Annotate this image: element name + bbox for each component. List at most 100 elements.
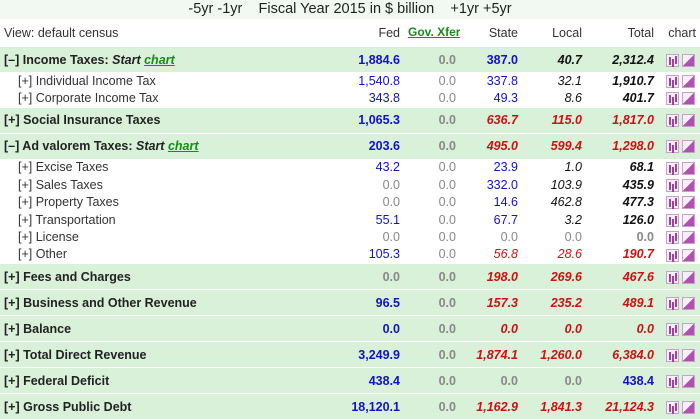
bar-chart-icon[interactable] <box>666 400 679 414</box>
row-label-text[interactable]: [+] Individual Income Tax <box>18 74 156 88</box>
row-label[interactable]: [+] Balance <box>0 315 304 342</box>
area-chart-icon[interactable] <box>682 296 695 310</box>
area-chart-icon[interactable] <box>682 161 695 175</box>
row-label-text[interactable]: [+] Gross Public Debt <box>4 400 131 414</box>
bar-chart-icon[interactable] <box>666 322 679 336</box>
row-label-text[interactable]: [+] Corporate Income Tax <box>18 91 158 105</box>
row-label[interactable]: [+] Sales Taxes <box>0 176 304 193</box>
area-chart-icon[interactable] <box>682 140 695 154</box>
gov-value: 0.0 <box>404 341 460 368</box>
area-chart-icon[interactable] <box>682 322 695 336</box>
chart-icons <box>658 132 700 159</box>
row-label[interactable]: [+] Total Direct Revenue <box>0 341 304 368</box>
row-label-text[interactable]: [+] Business and Other Revenue <box>4 296 197 310</box>
gov-xfer-column-header[interactable]: Gov. Xfer <box>404 19 460 47</box>
total-value: 401.7 <box>622 91 654 106</box>
row-label[interactable]: [+] License <box>0 228 304 245</box>
total-value: 1,817.0 <box>586 106 658 134</box>
fed-value: 0.0 <box>304 263 404 290</box>
local-value: 1,841.3 <box>522 393 586 419</box>
table-row: [+] Fees and Charges 0.0 0.0 198.0 269.6 467.… <box>0 263 700 290</box>
area-chart-icon[interactable] <box>682 374 695 388</box>
row-label-text[interactable]: [+] Sales Taxes <box>18 178 103 192</box>
fed-value: 1,540.8 <box>358 73 400 88</box>
row-label[interactable]: [+] Property Taxes <box>0 194 304 211</box>
next-year-links[interactable]: +1yr +5yr <box>450 1 511 17</box>
gov-xfer-link[interactable]: Gov. Xfer <box>408 25 460 39</box>
bar-chart-icon[interactable] <box>666 231 679 245</box>
total-value: 467.6 <box>586 263 658 290</box>
area-chart-icon[interactable] <box>682 196 695 210</box>
row-label-text[interactable]: [–] Ad valorem Taxes: <box>4 139 133 153</box>
row-label[interactable]: [+] Individual Income Tax <box>0 72 304 89</box>
bar-chart-icon[interactable] <box>666 196 679 210</box>
bar-chart-icon[interactable] <box>666 374 679 388</box>
row-label-text[interactable]: [+] Total Direct Revenue <box>4 348 147 362</box>
bar-chart-icon[interactable] <box>666 248 679 262</box>
area-chart-icon[interactable] <box>682 53 695 67</box>
fed-value: 0.0 <box>382 177 400 192</box>
row-label-text[interactable]: [–] Income Taxes: <box>4 53 109 67</box>
row-label-text[interactable]: [+] License <box>18 230 79 244</box>
bar-chart-icon[interactable] <box>666 161 679 175</box>
row-label[interactable]: [+] Excise Taxes <box>0 159 304 176</box>
area-chart-icon[interactable] <box>682 400 695 414</box>
start-label: Start <box>108 52 145 67</box>
area-chart-icon[interactable] <box>682 248 695 262</box>
bar-chart-icon[interactable] <box>666 53 679 67</box>
state-value: 1,874.1 <box>460 341 522 368</box>
row-label[interactable]: [+] Transportation <box>0 211 304 228</box>
start-chart-link[interactable]: chart <box>144 53 175 67</box>
row-label[interactable]: [+] Business and Other Revenue <box>0 289 304 316</box>
start-chart-link[interactable]: chart <box>168 139 199 153</box>
row-label[interactable]: [+] Other <box>0 246 304 264</box>
area-chart-icon[interactable] <box>682 74 695 88</box>
row-label-text[interactable]: [+] Federal Deficit <box>4 374 109 388</box>
bar-chart-icon[interactable] <box>666 348 679 362</box>
table-row: [+] Federal Deficit 438.4 0.0 0.0 0.0 438.4 <box>0 367 700 394</box>
bar-chart-icon[interactable] <box>666 114 679 128</box>
area-chart-icon[interactable] <box>682 114 695 128</box>
row-label[interactable]: [+] Social Insurance Taxes <box>0 106 304 134</box>
row-label-text[interactable]: [+] Fees and Charges <box>4 270 131 284</box>
row-label-text[interactable]: [+] Excise Taxes <box>18 160 108 174</box>
view-label[interactable]: View: default census <box>0 19 304 47</box>
chart-icons <box>658 72 700 89</box>
row-label-text[interactable]: [+] Balance <box>4 322 71 336</box>
gov-value: 0.0 <box>438 247 456 262</box>
table-row: [+] Total Direct Revenue 3,249.9 0.0 1,874.… <box>0 341 700 368</box>
gov-value: 0.0 <box>438 212 456 227</box>
area-chart-icon[interactable] <box>682 348 695 362</box>
bar-chart-icon[interactable] <box>666 140 679 154</box>
area-chart-icon[interactable] <box>682 270 695 284</box>
table-row: [+] Gross Public Debt 18,120.1 0.0 1,162.9 1… <box>0 393 700 419</box>
bar-chart-icon[interactable] <box>666 270 679 284</box>
bar-chart-icon[interactable] <box>666 296 679 310</box>
chart-icons <box>658 89 700 107</box>
row-label[interactable]: [+] Fees and Charges <box>0 263 304 290</box>
area-chart-icon[interactable] <box>682 178 695 192</box>
area-chart-icon[interactable] <box>682 213 695 227</box>
row-label[interactable]: [–] Income Taxes: Start chart <box>0 46 304 72</box>
area-chart-icon[interactable] <box>682 231 695 245</box>
chart-icons <box>658 393 700 419</box>
row-label-text[interactable]: [+] Social Insurance Taxes <box>4 113 160 127</box>
row-label[interactable]: [+] Corporate Income Tax <box>0 89 304 107</box>
fed-value: 55.1 <box>375 212 400 227</box>
fiscal-year-heading: Fiscal Year 2015 in $ billion <box>258 1 435 17</box>
area-chart-icon[interactable] <box>682 92 695 106</box>
bar-chart-icon[interactable] <box>666 92 679 106</box>
local-value: 235.2 <box>522 289 586 316</box>
row-label-text[interactable]: [+] Other <box>18 247 67 261</box>
gov-value: 0.0 <box>438 177 456 192</box>
prev-year-links[interactable]: -5yr -1yr <box>188 1 242 17</box>
row-label-text[interactable]: [+] Transportation <box>18 213 116 227</box>
fed-value: 0.0 <box>382 195 400 210</box>
row-label-text[interactable]: [+] Property Taxes <box>18 195 119 209</box>
row-label[interactable]: [–] Ad valorem Taxes: Start chart <box>0 132 304 159</box>
bar-chart-icon[interactable] <box>666 178 679 192</box>
bar-chart-icon[interactable] <box>666 74 679 88</box>
bar-chart-icon[interactable] <box>666 213 679 227</box>
row-label[interactable]: [+] Gross Public Debt <box>0 393 304 419</box>
row-label[interactable]: [+] Federal Deficit <box>0 367 304 394</box>
